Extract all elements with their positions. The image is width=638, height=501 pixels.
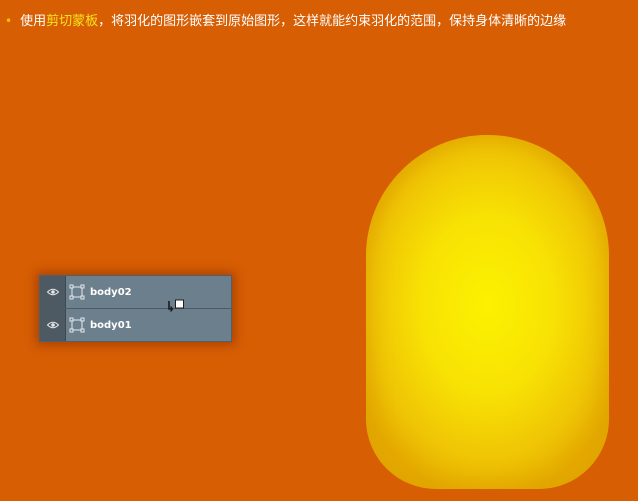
layer-row-body02[interactable]: body02 bbox=[40, 276, 231, 309]
instruction-prefix: 使用 bbox=[20, 14, 47, 29]
shape-layer-icon bbox=[69, 284, 85, 300]
shape-layer-icon bbox=[69, 317, 85, 333]
layers-panel: body02 body01 bbox=[39, 275, 232, 342]
visibility-toggle[interactable] bbox=[40, 276, 66, 308]
layer-name: body02 bbox=[90, 286, 132, 298]
layer-row-body01[interactable]: body01 bbox=[40, 309, 231, 341]
layer-name: body01 bbox=[90, 319, 132, 331]
eye-icon bbox=[46, 288, 59, 296]
visibility-toggle[interactable] bbox=[40, 309, 66, 341]
eye-icon bbox=[46, 321, 59, 329]
clipping-mask-cursor-icon bbox=[168, 299, 184, 312]
instruction-text: • 使用剪切蒙板，将羽化的图形嵌套到原始图形，这样就能约束羽化的范围，保持身体清晰… bbox=[5, 11, 635, 32]
instruction-suffix: ，将羽化的图形嵌套到原始图形，这样就能约束羽化的范围，保持身体清晰的边缘 bbox=[98, 14, 567, 29]
bullet-icon: • bbox=[5, 14, 13, 28]
instruction-highlight: 剪切蒙板 bbox=[46, 14, 99, 29]
body-shape bbox=[366, 135, 609, 489]
